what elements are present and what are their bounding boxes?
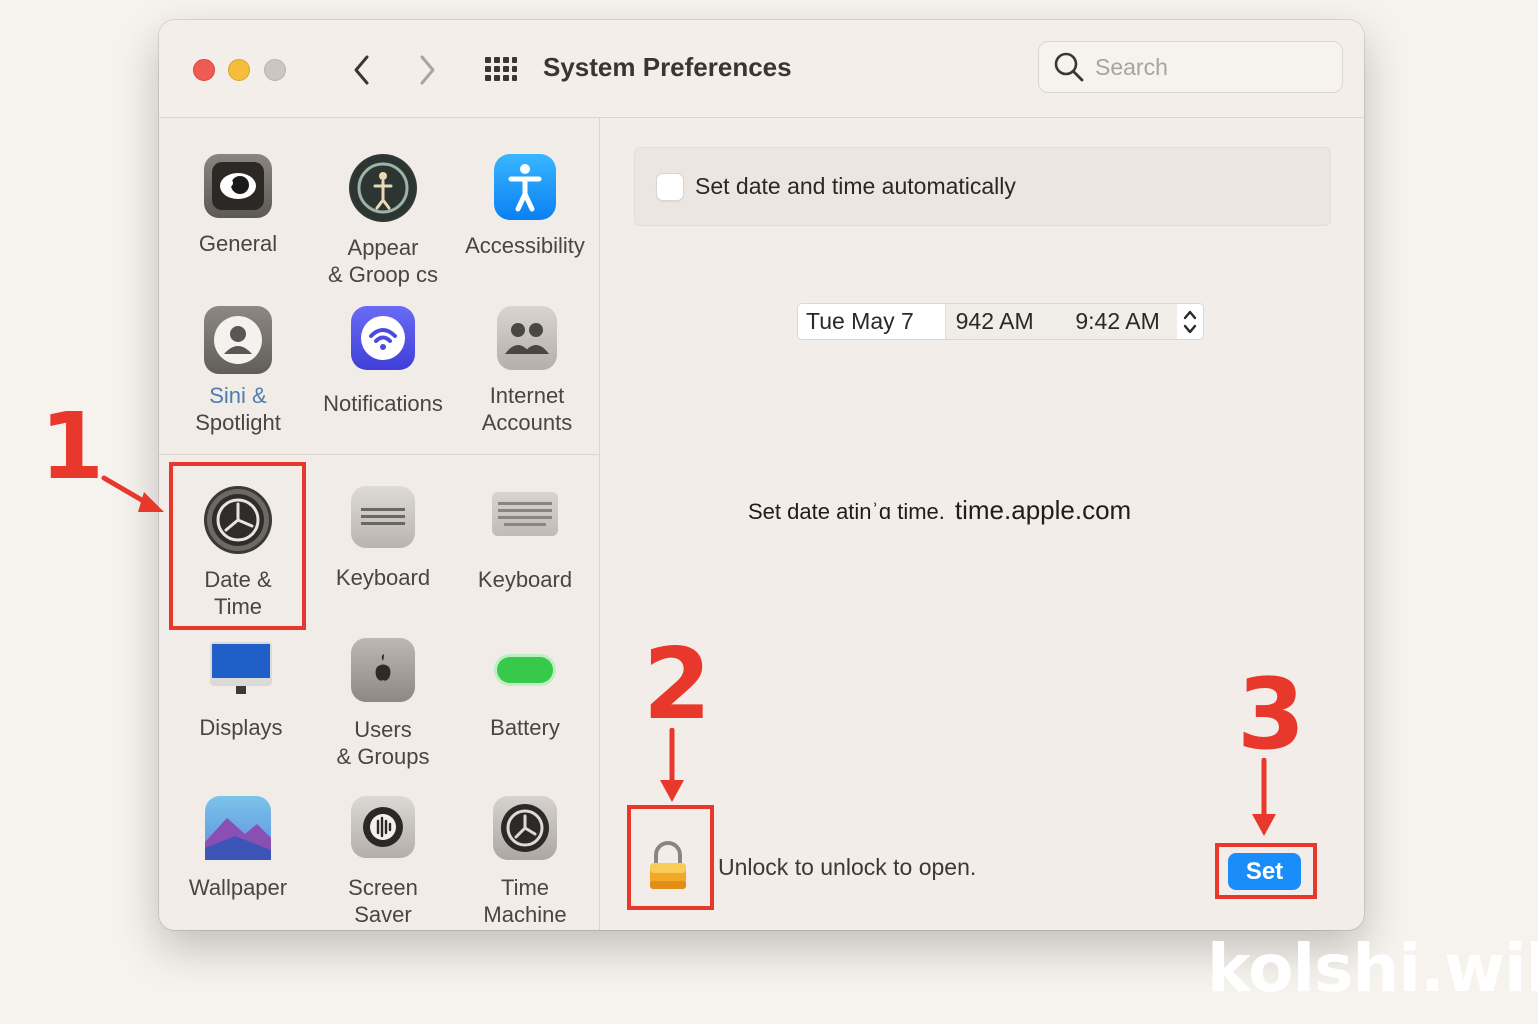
title-bar: System Preferences	[159, 20, 1364, 118]
date-field[interactable]: Tue May 7	[798, 304, 946, 339]
annotation-arrow-1	[101, 475, 164, 512]
search-icon	[1054, 52, 1084, 82]
annotation-arrow-2	[660, 728, 684, 802]
pref-battery[interactable]: Battery	[455, 638, 595, 741]
annotation-box-lock	[627, 805, 714, 910]
screen-saver-icon	[351, 796, 415, 858]
sidebar-divider	[159, 454, 600, 455]
time-field-1[interactable]: 942 AM	[945, 304, 1058, 339]
show-all-grid-icon[interactable]	[484, 56, 518, 82]
pref-appearance[interactable]: Appear & Groop cs	[313, 154, 453, 288]
pref-siri-spotlight[interactable]: Sini & Spotlight	[168, 306, 308, 436]
display-icon	[208, 638, 274, 700]
zoom-button[interactable]	[264, 59, 286, 81]
pref-displays-label: Displays	[199, 715, 283, 740]
pref-wallpaper[interactable]: Wallpaper	[168, 796, 308, 901]
pref-users-groups-label: Users & Groups	[336, 717, 430, 769]
pref-appearance-label: Appear & Groop cs	[327, 235, 439, 287]
stepper-updown-icon	[1183, 310, 1197, 333]
pref-keyboard-1-label: Keyboard	[335, 565, 431, 590]
pref-siri-label: Sini & Spotlight	[195, 382, 281, 436]
time-server-text: Set date atinʾɑ time. time.apple.com	[748, 495, 1131, 526]
auto-date-time-row: Set date and time automatically	[634, 147, 1331, 226]
pref-screen-saver-label: Screen Saver	[348, 875, 418, 927]
annotation-step-1: 1	[40, 393, 105, 500]
battery-icon	[492, 638, 558, 700]
back-button[interactable]	[344, 50, 380, 90]
pref-time-machine-label: Time Machine	[483, 875, 567, 927]
pref-users-groups[interactable]: Users & Groups	[313, 638, 453, 770]
watermark: kolshi.wiki	[1207, 930, 1538, 1007]
users-icon	[351, 638, 415, 702]
chevron-right-icon	[420, 55, 435, 85]
pref-time-machine[interactable]: Time Machine	[455, 796, 595, 928]
pref-displays[interactable]: Displays	[171, 638, 311, 741]
pref-siri-label-line1: Sini &	[209, 383, 267, 408]
keyboard-icon	[351, 486, 415, 548]
date-time-picker[interactable]: Tue May 7 942 AM 9:42 AM	[797, 303, 1204, 340]
time-server-value: time.apple.com	[954, 495, 1132, 525]
wallpaper-icon	[205, 796, 271, 860]
pref-battery-label: Battery	[490, 715, 560, 740]
auto-date-time-label: Set date and time automatically	[695, 173, 1016, 199]
annotation-step-2: 2	[643, 628, 712, 742]
appearance-icon	[349, 154, 417, 222]
pref-notifications[interactable]: Notifications	[313, 306, 453, 417]
pref-screen-saver[interactable]: Screen Saver	[313, 796, 453, 928]
keyboard-icon	[492, 492, 558, 536]
accessibility-icon	[494, 154, 556, 220]
pref-accessibility[interactable]: Accessibility	[455, 154, 595, 259]
general-icon	[204, 154, 272, 218]
pref-siri-label-line2: Spotlight	[195, 410, 281, 435]
pref-keyboard-2-label: Keyboard	[477, 567, 573, 592]
annotation-box-date-time	[169, 462, 306, 630]
system-preferences-window: System Preferences General Appear & Groo…	[159, 20, 1364, 930]
pref-wallpaper-label: Wallpaper	[188, 875, 288, 900]
time-field-2[interactable]: 9:42 AM	[1057, 304, 1178, 339]
pref-accessibility-label: Accessibility	[465, 233, 585, 258]
pref-notifications-label: Notifications	[323, 391, 443, 416]
pref-keyboard-2[interactable]: Keyboard	[455, 486, 595, 593]
annotation-step-3: 3	[1237, 658, 1306, 772]
window-title: System Preferences	[543, 52, 792, 82]
pref-internet-accounts[interactable]: Internet Accounts	[457, 306, 597, 436]
search-input[interactable]	[1095, 53, 1325, 81]
pref-general[interactable]: General	[168, 154, 308, 257]
close-button[interactable]	[193, 59, 215, 81]
annotation-box-set	[1215, 843, 1317, 899]
pref-general-label: General	[198, 231, 278, 256]
unlock-text: Unlock to unlock to open.	[718, 854, 977, 880]
chevron-left-icon	[354, 55, 369, 85]
time-stepper[interactable]	[1177, 308, 1203, 336]
time-server-label: Set date atinʾɑ time.	[748, 499, 945, 524]
auto-date-time-checkbox[interactable]	[656, 172, 684, 201]
search-field[interactable]	[1038, 41, 1343, 93]
pref-internet-accounts-label: Internet Accounts	[481, 383, 573, 435]
time-machine-icon	[493, 796, 557, 860]
forward-button[interactable]	[409, 50, 445, 90]
pref-keyboard-1[interactable]: Keyboard	[313, 486, 453, 591]
internet-accounts-icon	[497, 306, 557, 370]
minimize-button[interactable]	[228, 59, 250, 81]
notifications-icon	[351, 306, 415, 370]
siri-icon	[204, 306, 272, 374]
annotation-arrow-3	[1252, 758, 1276, 836]
